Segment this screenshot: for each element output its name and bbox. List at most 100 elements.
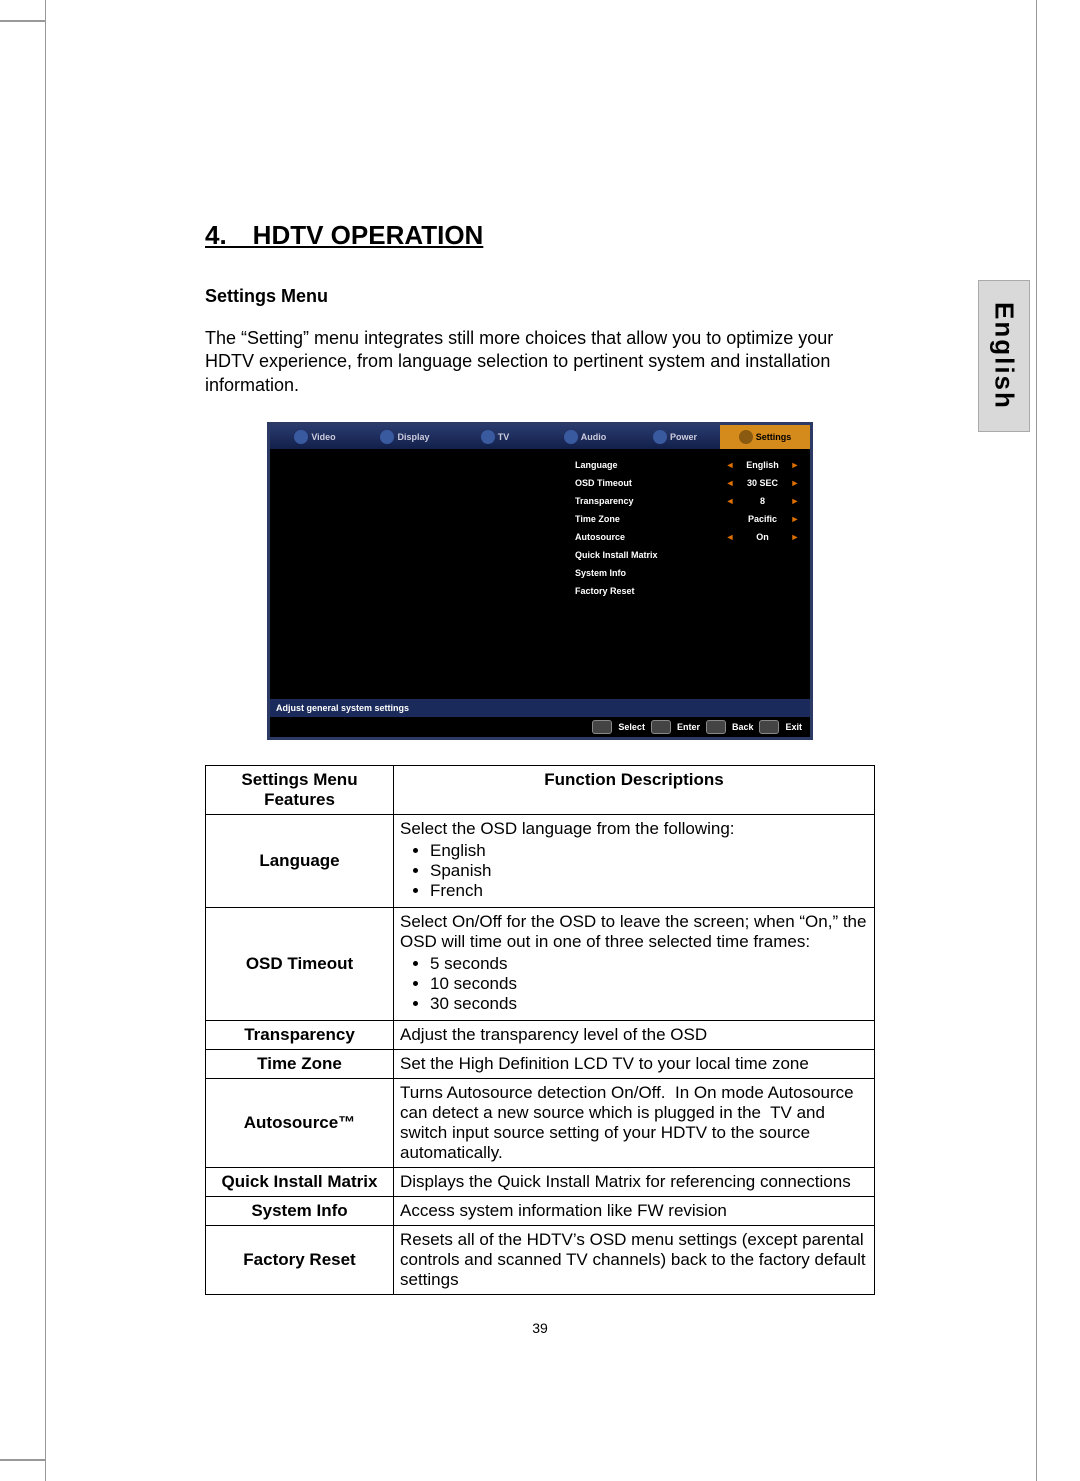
table-header-features: Settings Menu Features xyxy=(206,766,394,815)
osd-row: Autosource◄On► xyxy=(575,529,800,545)
feature-name: Transparency xyxy=(206,1021,394,1050)
feature-name: Language xyxy=(206,815,394,908)
osd-tab-bar: Video Display TV Audio Power Settings xyxy=(270,425,810,449)
nav-icon xyxy=(592,720,612,734)
arrow-right-icon: ► xyxy=(790,496,800,506)
arrow-left-icon: ◄ xyxy=(725,496,735,506)
list-item: 30 seconds xyxy=(430,994,868,1014)
feature-name: Time Zone xyxy=(206,1050,394,1079)
osd-footer-label: Exit xyxy=(785,722,802,732)
feature-name: System Info xyxy=(206,1197,394,1226)
osd-tab-label: Power xyxy=(670,432,697,442)
display-icon xyxy=(380,430,394,444)
osd-tab-label: TV xyxy=(498,432,510,442)
video-icon xyxy=(294,430,308,444)
table-row: Autosource™Turns Autosource detection On… xyxy=(206,1079,875,1168)
language-tab: English xyxy=(978,280,1030,432)
osd-tab-video: Video xyxy=(270,425,360,449)
power-icon xyxy=(653,430,667,444)
feature-name: Autosource™ xyxy=(206,1079,394,1168)
feature-desc: Select the OSD language from the followi… xyxy=(394,815,875,908)
osd-tab-label: Settings xyxy=(756,432,792,442)
page-number: 39 xyxy=(0,1320,1080,1336)
osd-hint: Adjust general system settings xyxy=(270,699,810,717)
osd-row-label: OSD Timeout xyxy=(575,478,725,488)
osd-footer-label: Enter xyxy=(677,722,700,732)
feature-desc: Set the High Definition LCD TV to your l… xyxy=(394,1050,875,1079)
osd-row: Time ZonePacific► xyxy=(575,511,800,527)
enter-icon xyxy=(651,720,671,734)
osd-body: Language◄English►OSD Timeout◄30 SEC►Tran… xyxy=(270,449,810,699)
table-header-desc: Function Descriptions xyxy=(394,766,875,815)
table-row: Quick Install MatrixDisplays the Quick I… xyxy=(206,1168,875,1197)
osd-footer-hints: Select Enter Back Exit xyxy=(270,717,810,737)
osd-row: Language◄English► xyxy=(575,457,800,473)
audio-icon xyxy=(564,430,578,444)
arrow-right-icon: ► xyxy=(790,532,800,542)
table-row: System InfoAccess system information lik… xyxy=(206,1197,875,1226)
osd-row: Quick Install Matrix xyxy=(575,547,800,563)
osd-row: Factory Reset xyxy=(575,583,800,599)
list-item: 10 seconds xyxy=(430,974,868,994)
table-row: Time ZoneSet the High Definition LCD TV … xyxy=(206,1050,875,1079)
intro-text: The “Setting” menu integrates still more… xyxy=(205,327,875,397)
table-row: OSD TimeoutSelect On/Off for the OSD to … xyxy=(206,908,875,1021)
feature-desc: Resets all of the HDTV’s OSD menu settin… xyxy=(394,1226,875,1295)
feature-desc: Select On/Off for the OSD to leave the s… xyxy=(394,908,875,1021)
osd-row-value: Pacific xyxy=(735,514,790,524)
osd-row-label: Time Zone xyxy=(575,514,725,524)
arrow-left-icon: ◄ xyxy=(725,478,735,488)
table-row: TransparencyAdjust the transparency leve… xyxy=(206,1021,875,1050)
sub-heading: Settings Menu xyxy=(205,286,875,307)
osd-row-value: 30 SEC xyxy=(735,478,790,488)
list-item: English xyxy=(430,841,868,861)
osd-footer-label: Back xyxy=(732,722,754,732)
feature-desc: Access system information like FW revisi… xyxy=(394,1197,875,1226)
osd-row: OSD Timeout◄30 SEC► xyxy=(575,475,800,491)
osd-tab-label: Display xyxy=(397,432,429,442)
feature-name: Factory Reset xyxy=(206,1226,394,1295)
osd-tab-label: Audio xyxy=(581,432,607,442)
osd-tab-display: Display xyxy=(360,425,450,449)
osd-row-label: Factory Reset xyxy=(575,586,800,596)
osd-tab-power: Power xyxy=(630,425,720,449)
table-row: Factory ResetResets all of the HDTV’s OS… xyxy=(206,1226,875,1295)
feature-desc: Adjust the transparency level of the OSD xyxy=(394,1021,875,1050)
feature-desc: Turns Autosource detection On/Off. In On… xyxy=(394,1079,875,1168)
exit-icon xyxy=(759,720,779,734)
list-item: Spanish xyxy=(430,861,868,881)
osd-row: System Info xyxy=(575,565,800,581)
osd-tab-tv: TV xyxy=(450,425,540,449)
osd-row-value: 8 xyxy=(735,496,790,506)
feature-name: OSD Timeout xyxy=(206,908,394,1021)
arrow-left-icon: ◄ xyxy=(725,532,735,542)
arrow-right-icon: ► xyxy=(790,478,800,488)
osd-row-label: System Info xyxy=(575,568,800,578)
feature-desc: Displays the Quick Install Matrix for re… xyxy=(394,1168,875,1197)
osd-row-label: Language xyxy=(575,460,725,470)
osd-row-label: Autosource xyxy=(575,532,725,542)
list-item: 5 seconds xyxy=(430,954,868,974)
list-item: French xyxy=(430,881,868,901)
osd-tab-label: Video xyxy=(311,432,335,442)
osd-row-value: English xyxy=(735,460,790,470)
arrow-right-icon: ► xyxy=(790,460,800,470)
content-area: 4. HDTV OPERATION Settings Menu The “Set… xyxy=(205,220,875,1295)
osd-screenshot: Video Display TV Audio Power Settings La… xyxy=(267,422,813,740)
feature-name: Quick Install Matrix xyxy=(206,1168,394,1197)
osd-row-label: Transparency xyxy=(575,496,725,506)
osd-row-value: On xyxy=(735,532,790,542)
osd-settings-list: Language◄English►OSD Timeout◄30 SEC►Tran… xyxy=(575,457,800,601)
arrow-left-icon: ◄ xyxy=(725,460,735,470)
language-tab-label: English xyxy=(989,302,1020,410)
features-table: Settings Menu Features Function Descript… xyxy=(205,765,875,1295)
osd-tab-audio: Audio xyxy=(540,425,630,449)
osd-row: Transparency◄8► xyxy=(575,493,800,509)
section-title: 4. HDTV OPERATION xyxy=(205,220,875,251)
tv-icon xyxy=(481,430,495,444)
osd-footer-label: Select xyxy=(618,722,645,732)
osd-row-label: Quick Install Matrix xyxy=(575,550,800,560)
osd-tab-settings: Settings xyxy=(720,425,810,449)
back-icon xyxy=(706,720,726,734)
settings-icon xyxy=(739,430,753,444)
